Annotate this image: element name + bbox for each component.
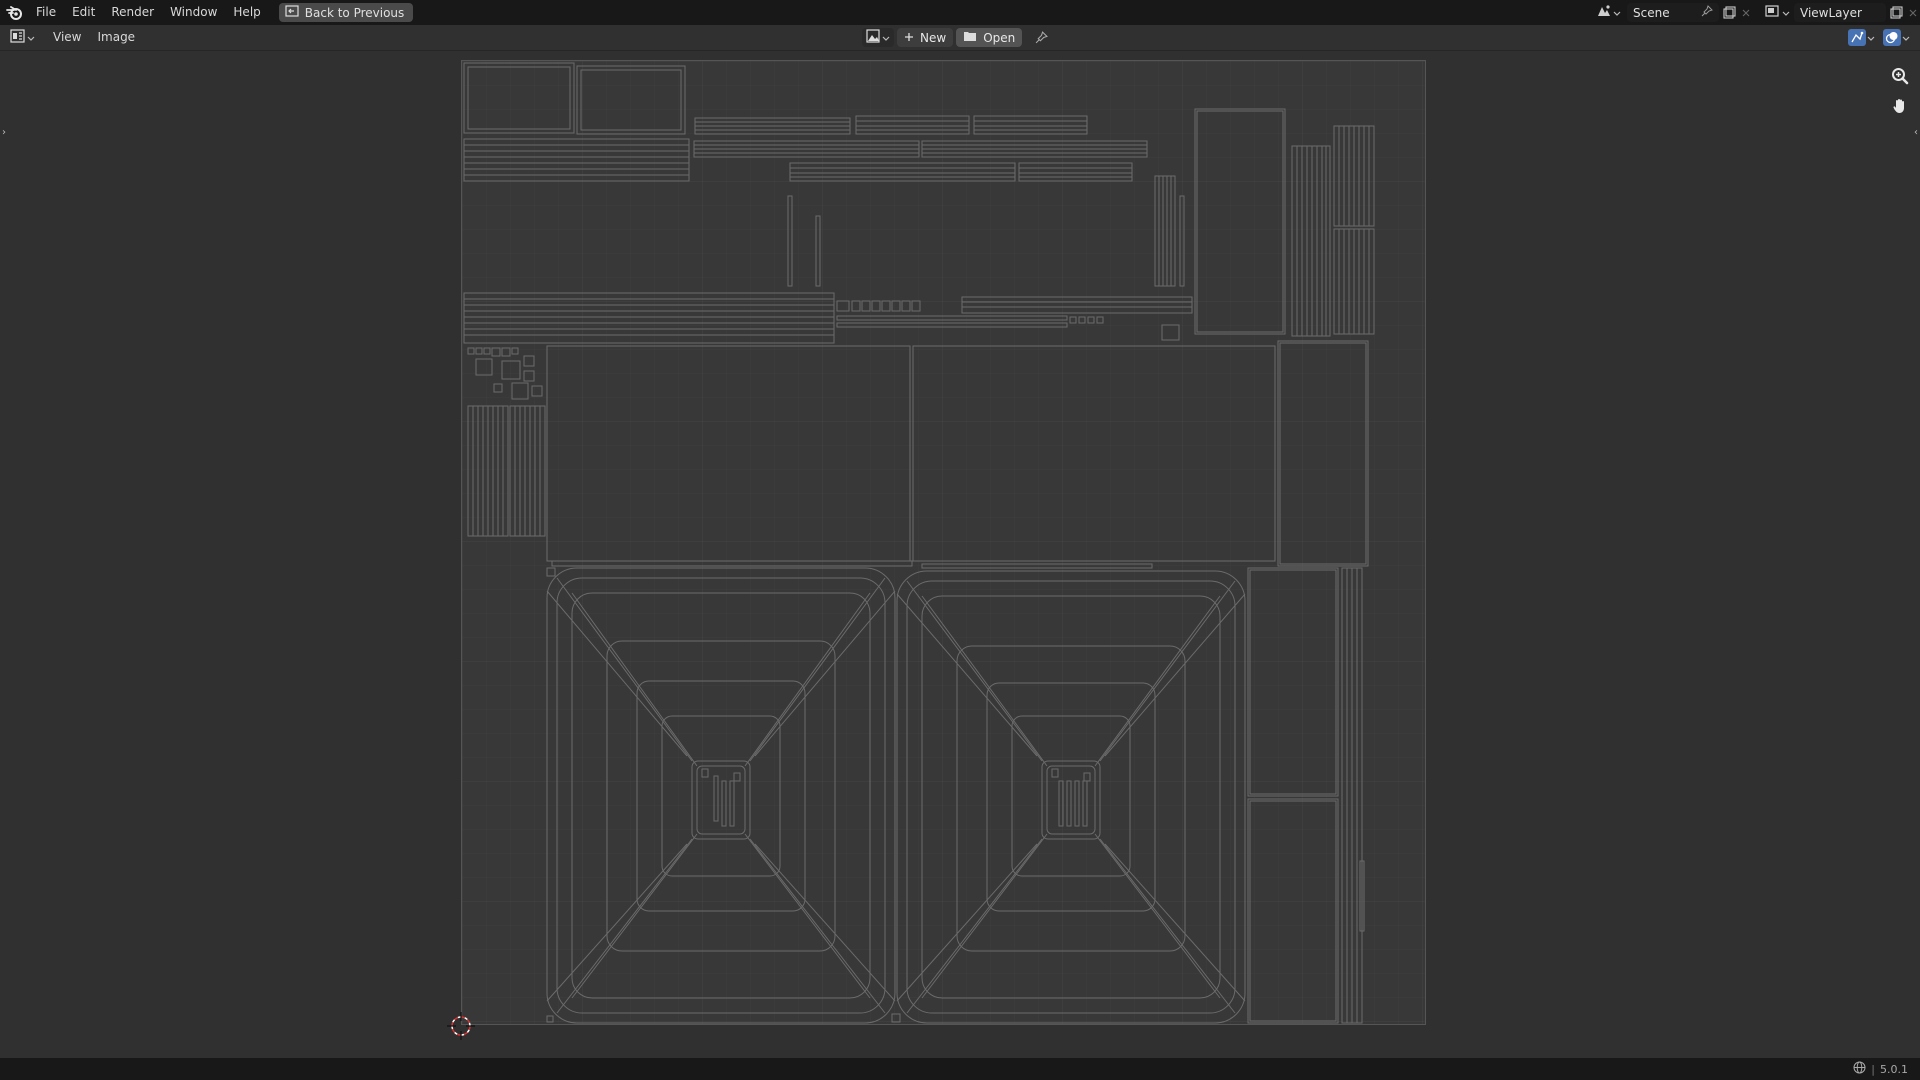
version-label: 5.0.1 xyxy=(1880,1062,1908,1076)
image-editor-header: View Image New Open xyxy=(0,25,1920,51)
sidebar-expand-arrow-icon[interactable]: ‹ xyxy=(1914,127,1918,138)
toolbar-expand-arrow-icon[interactable]: › xyxy=(2,127,6,138)
uv-sync-dropdown[interactable] xyxy=(1846,28,1877,47)
pin-icon[interactable] xyxy=(1701,5,1713,20)
view-layer-name-field[interactable]: ViewLayer xyxy=(1794,3,1886,22)
uv-wireframe xyxy=(462,61,1425,1024)
scene-name-field[interactable]: Scene xyxy=(1627,3,1719,22)
open-image-button[interactable]: Open xyxy=(956,28,1023,47)
menu-view[interactable]: View xyxy=(45,25,89,50)
close-icon[interactable] xyxy=(1739,3,1753,22)
editor-type-dropdown[interactable] xyxy=(8,28,37,47)
image-browse-icon xyxy=(866,29,881,46)
chevron-down-icon xyxy=(1867,31,1875,45)
globe-icon[interactable] xyxy=(1853,1061,1866,1077)
header-center-group: New Open xyxy=(862,28,1051,47)
overlay-icon xyxy=(1883,29,1901,46)
header-left-group: View Image xyxy=(8,28,143,47)
topbar-right-group: Scene ViewLayer xyxy=(1592,0,1920,25)
pin-icon[interactable] xyxy=(1031,28,1051,47)
uv-canvas[interactable] xyxy=(461,60,1426,1025)
overlay-dropdown[interactable] xyxy=(1881,28,1912,47)
view-layer-name: ViewLayer xyxy=(1800,5,1862,20)
new-scene-icon[interactable] xyxy=(1719,3,1739,22)
version-info: | 5.0.1 xyxy=(1853,1061,1920,1077)
plus-icon xyxy=(904,31,914,45)
chevron-down-icon xyxy=(882,31,890,45)
hand-icon[interactable] xyxy=(1888,94,1912,118)
editor-type-icon xyxy=(10,29,26,46)
new-image-label: New xyxy=(920,30,947,45)
chevron-down-icon xyxy=(1902,31,1910,45)
chevron-down-icon xyxy=(27,31,35,45)
new-image-button[interactable]: New xyxy=(897,28,954,47)
chevron-down-icon xyxy=(1782,6,1790,20)
scene-selector-dropdown[interactable] xyxy=(1592,3,1625,22)
new-view-layer-icon[interactable] xyxy=(1886,3,1906,22)
separator: | xyxy=(1871,1062,1875,1076)
menu-window[interactable]: Window xyxy=(162,0,225,25)
back-to-previous-button[interactable]: Back to Previous xyxy=(278,3,414,22)
back-icon xyxy=(285,5,299,20)
menu-image[interactable]: Image xyxy=(89,25,143,50)
folder-icon xyxy=(963,30,977,45)
chevron-down-icon xyxy=(1613,6,1621,20)
view-layer-selector-dropdown[interactable] xyxy=(1761,3,1794,22)
close-icon[interactable] xyxy=(1906,3,1920,22)
header-right-group xyxy=(1846,28,1912,47)
menu-file[interactable]: File xyxy=(28,0,64,25)
menu-help[interactable]: Help xyxy=(225,0,268,25)
status-bar: | 5.0.1 xyxy=(0,1058,1920,1080)
image-browse-dropdown[interactable] xyxy=(862,28,894,47)
blender-logo-icon[interactable] xyxy=(0,0,28,25)
top-bar: File Edit Render Window Help Back to Pre… xyxy=(0,0,1920,25)
open-image-label: Open xyxy=(983,30,1016,45)
navigation-gizmo xyxy=(1888,64,1912,118)
menu-edit[interactable]: Edit xyxy=(64,0,103,25)
cursor-2d-icon[interactable] xyxy=(446,1011,476,1041)
scene-icon xyxy=(1596,4,1612,21)
scene-name: Scene xyxy=(1633,5,1670,20)
uv-sync-icon xyxy=(1848,29,1866,46)
view-layer-icon xyxy=(1765,4,1781,21)
menu-render[interactable]: Render xyxy=(103,0,162,25)
back-to-previous-label: Back to Previous xyxy=(304,5,405,20)
zoom-icon[interactable] xyxy=(1888,64,1912,88)
